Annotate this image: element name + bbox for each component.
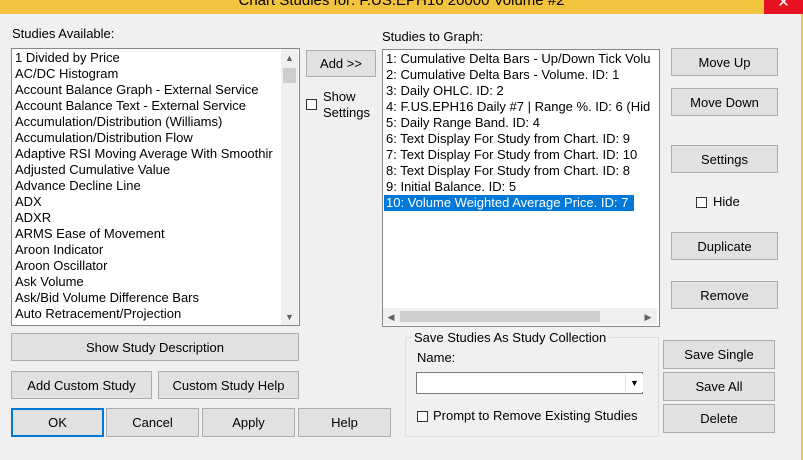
available-list-item[interactable]: Account Balance Text - External Service [15, 98, 246, 114]
available-list-item[interactable]: Account Balance Graph - External Service [15, 82, 259, 98]
window-title: Chart Studies for: F.US.EPH16 20000 Volu… [238, 0, 565, 9]
graph-list-item[interactable]: 9: Initial Balance. ID: 5 [386, 179, 516, 195]
graph-list-item[interactable]: 7: Text Display For Study from Chart. ID… [386, 147, 637, 163]
remove-button[interactable]: Remove [671, 281, 778, 309]
close-button[interactable]: ✕ [764, 0, 803, 14]
move-up-button[interactable]: Move Up [671, 48, 778, 76]
scroll-up-icon[interactable]: ▲ [281, 53, 298, 63]
hide-label: Hide [713, 194, 740, 209]
available-list-item[interactable]: Ask Volume [15, 274, 84, 290]
chevron-down-icon[interactable]: ▼ [625, 374, 643, 392]
available-list-item[interactable]: 1 Divided by Price [15, 50, 120, 66]
scroll-right-icon[interactable]: ▶ [643, 312, 653, 322]
study-collection-title: Save Studies As Study Collection [411, 330, 610, 345]
show-settings-label-line2: Settings [323, 105, 370, 120]
apply-button[interactable]: Apply [202, 408, 295, 437]
close-icon: ✕ [777, 0, 790, 11]
scroll-down-icon[interactable]: ▼ [281, 312, 298, 322]
graph-list-item[interactable]: 2: Cumulative Delta Bars - Volume. ID: 1 [386, 67, 619, 83]
hide-checkbox[interactable] [696, 197, 707, 208]
studies-available-label: Studies Available: [12, 26, 115, 41]
available-list-item[interactable]: Auto Retracement/Projection [15, 306, 181, 322]
graph-list-item[interactable]: 3: Daily OHLC. ID: 2 [386, 83, 504, 99]
show-settings-label-line1: Show [323, 89, 356, 104]
studies-to-graph-list[interactable]: 1: Cumulative Delta Bars - Up/Down Tick … [382, 49, 660, 327]
available-list-item[interactable]: ADXR [15, 210, 51, 226]
available-list-item[interactable]: Aroon Indicator [15, 242, 103, 258]
available-list-item[interactable]: Accumulation/Distribution (Williams) [15, 114, 222, 130]
graph-list-item[interactable]: 4: F.US.EPH16 Daily #7 | Range %. ID: 6 … [386, 99, 650, 115]
show-study-description-button[interactable]: Show Study Description [11, 333, 299, 361]
graph-list-item[interactable]: 10: Volume Weighted Average Price. ID: 7 [384, 195, 635, 211]
duplicate-button[interactable]: Duplicate [671, 232, 778, 260]
show-settings-checkbox[interactable] [306, 99, 317, 110]
help-button[interactable]: Help [298, 408, 391, 437]
custom-study-help-button[interactable]: Custom Study Help [158, 371, 299, 399]
graph-list-item[interactable]: 5: Daily Range Band. ID: 4 [386, 115, 540, 131]
prompt-remove-label: Prompt to Remove Existing Studies [433, 408, 638, 423]
available-list-item[interactable]: Accumulation/Distribution Flow [15, 130, 193, 146]
graph-list-item[interactable]: 1: Cumulative Delta Bars - Up/Down Tick … [386, 51, 650, 67]
scroll-left-icon[interactable]: ◀ [386, 312, 396, 322]
graph-list-item[interactable]: 8: Text Display For Study from Chart. ID… [386, 163, 630, 179]
hscroll-thumb[interactable] [400, 311, 600, 322]
move-down-button[interactable]: Move Down [671, 88, 778, 116]
studies-to-graph-label: Studies to Graph: [382, 29, 484, 44]
studies-available-list[interactable]: 1 Divided by Price AC/DC Histogram Account… [11, 48, 300, 326]
add-custom-study-button[interactable]: Add Custom Study [11, 371, 152, 399]
graph-list-item[interactable]: 6: Text Display For Study from Chart. ID… [386, 131, 630, 147]
title-bar: Chart Studies for: F.US.EPH16 20000 Volu… [0, 0, 803, 14]
save-all-button[interactable]: Save All [663, 372, 775, 401]
name-combobox[interactable]: ▼ [416, 372, 643, 394]
available-list-item[interactable]: Advance Decline Line [15, 178, 141, 194]
name-label: Name: [417, 350, 456, 365]
available-scrollbar[interactable]: ▲ ▼ [281, 49, 298, 325]
graph-hscrollbar[interactable]: ◀ ▶ [383, 308, 657, 325]
scroll-thumb[interactable] [283, 68, 296, 83]
delete-button[interactable]: Delete [663, 404, 775, 433]
available-list-item[interactable]: Ask/Bid Volume Difference Bars [15, 290, 199, 306]
save-single-button[interactable]: Save Single [663, 340, 775, 369]
available-list-item[interactable]: Adaptive RSI Moving Average With Smoothi… [15, 146, 273, 162]
ok-button[interactable]: OK [11, 408, 104, 437]
available-list-item[interactable]: AC/DC Histogram [15, 66, 118, 82]
cancel-button[interactable]: Cancel [106, 408, 199, 437]
add-button[interactable]: Add >> [306, 50, 376, 77]
available-list-item[interactable]: ADX [15, 194, 42, 210]
available-list-item[interactable]: Aroon Oscillator [15, 258, 107, 274]
available-list-item[interactable]: Adjusted Cumulative Value [15, 162, 170, 178]
settings-button[interactable]: Settings [671, 145, 778, 173]
available-list-item[interactable]: ARMS Ease of Movement [15, 226, 165, 242]
prompt-remove-checkbox[interactable] [417, 411, 428, 422]
